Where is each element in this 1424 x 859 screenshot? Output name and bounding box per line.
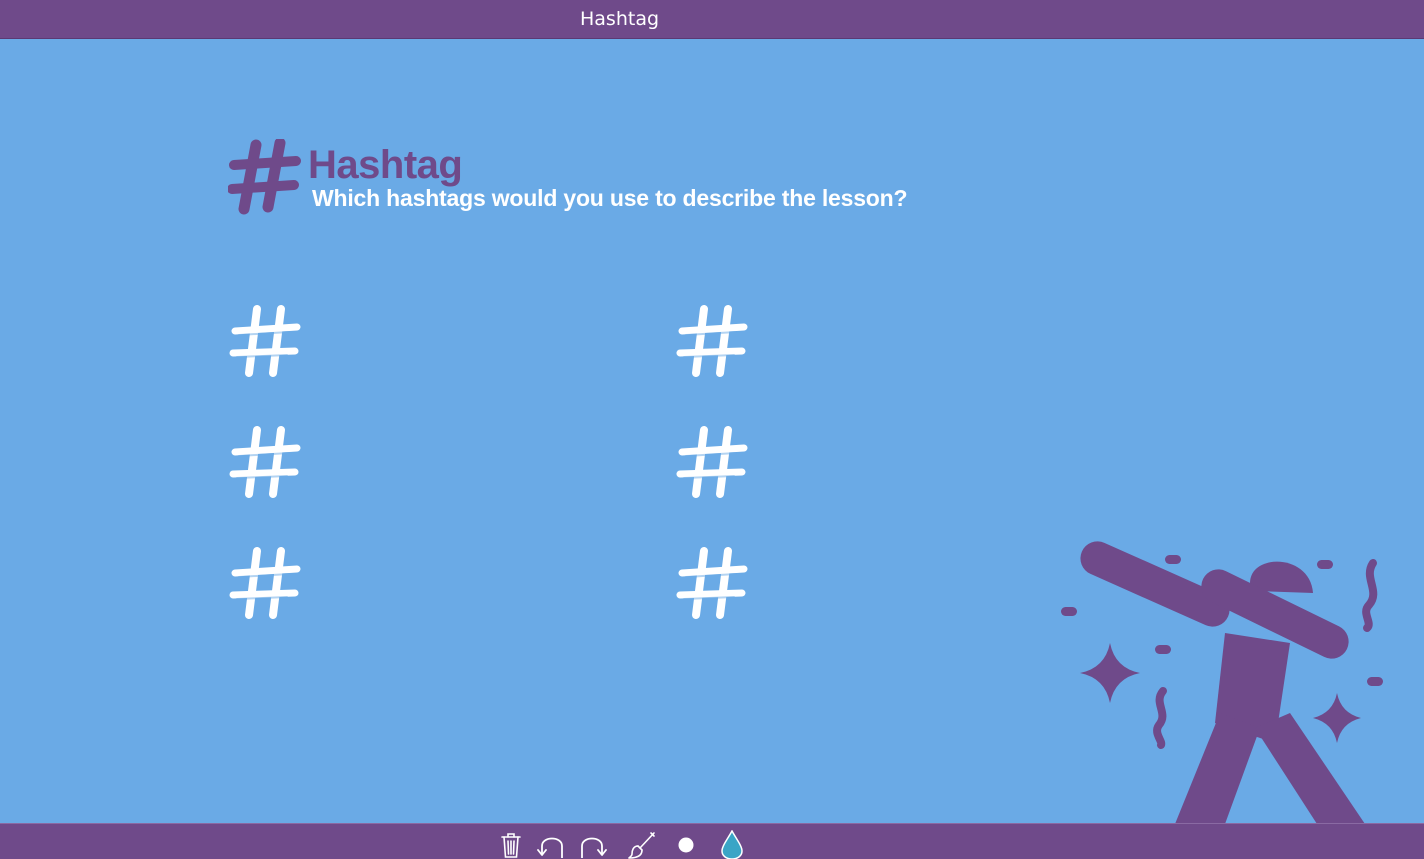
brush-icon: [628, 832, 655, 859]
slide-prompt: Which hashtags would you use to describe…: [312, 185, 908, 211]
hashtag-slot-3[interactable]: [229, 545, 301, 621]
title-bar: Hashtag: [0, 0, 1424, 39]
drawing-canvas[interactable]: Hashtag Which hashtags would you use to …: [0, 39, 1424, 824]
hashtag-slot-5[interactable]: [676, 424, 748, 500]
dabbing-person-icon: [1061, 541, 1383, 824]
hashtag-logo-icon: [228, 139, 301, 215]
whiteboard-app: Hashtag Hashtag Which hashtags would you…: [0, 0, 1424, 859]
redo-button[interactable]: [577, 830, 607, 859]
brush-size-icon: [678, 837, 694, 853]
hashtag-slot-2[interactable]: [229, 424, 301, 500]
undo-button[interactable]: [537, 830, 567, 859]
color-picker-button[interactable]: [717, 830, 747, 859]
hashtag-slot-4[interactable]: [676, 303, 748, 379]
brush-button[interactable]: [627, 830, 657, 859]
drawing-toolbar: [0, 823, 1424, 859]
undo-icon: [537, 837, 563, 858]
hashtag-slot-6[interactable]: [676, 545, 748, 621]
trash-button[interactable]: [496, 830, 526, 859]
window-title: Hashtag: [580, 8, 660, 30]
color-drop-icon: [721, 830, 743, 859]
slide-title: Hashtag: [308, 143, 463, 187]
trash-icon: [501, 833, 521, 858]
hashtag-slot-1[interactable]: [229, 303, 301, 379]
redo-icon: [581, 837, 607, 858]
brush-size-button[interactable]: [671, 830, 701, 859]
